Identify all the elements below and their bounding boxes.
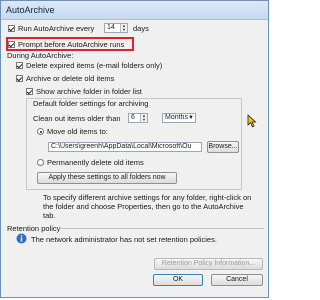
cancel-button[interactable]: Cancel xyxy=(211,274,263,286)
retention-message: The network administrator has not set re… xyxy=(31,235,217,244)
clean-out-unit-value: Months xyxy=(165,114,188,121)
run-autoarchive-checkbox[interactable] xyxy=(8,25,15,32)
title-bar[interactable]: AutoArchive xyxy=(1,1,268,20)
folder-settings-info-text: To specify different archive settings fo… xyxy=(43,193,252,220)
retention-info-label: Retention Policy Information... xyxy=(161,260,256,267)
clean-out-value: 6 xyxy=(131,114,135,121)
retention-policy-info-button[interactable]: Retention Policy Information... xyxy=(154,258,263,270)
cancel-label: Cancel xyxy=(226,276,248,283)
apply-to-all-label: Apply these settings to all folders now xyxy=(48,174,166,181)
ok-label: OK xyxy=(172,276,184,283)
archive-or-delete-label: Archive or delete old items xyxy=(26,74,115,83)
run-interval-unit: days xyxy=(133,24,149,33)
delete-expired-checkbox[interactable] xyxy=(16,62,23,69)
permanently-delete-label: Permanently delete old items xyxy=(47,158,144,167)
browse-label: Browse... xyxy=(208,143,238,150)
ok-button[interactable]: OK xyxy=(153,274,203,286)
show-archive-folder-label: Show archive folder in folder list xyxy=(36,87,142,96)
mouse-pointer-icon xyxy=(247,114,257,130)
retention-policy-heading: Retention policy xyxy=(7,224,61,233)
autoarchive-dialog: AutoArchive Run AutoArchive every 14 ▲ ▼ … xyxy=(0,0,269,298)
highlight-box xyxy=(6,37,134,51)
spin-arrows-icon[interactable]: ▲ ▼ xyxy=(140,114,147,122)
archive-path-field[interactable]: C:\Users\greenh\AppData\Local\Microsoft\… xyxy=(48,142,202,152)
clean-out-label: Clean out items older than xyxy=(33,114,121,123)
info-shield-icon xyxy=(16,233,27,246)
move-old-items-radio[interactable] xyxy=(37,128,44,135)
show-archive-folder-checkbox[interactable] xyxy=(26,88,33,95)
retention-divider xyxy=(59,228,264,229)
browse-button[interactable]: Browse... xyxy=(207,141,239,153)
run-interval-spinner[interactable]: 14 ▲ ▼ xyxy=(104,23,128,33)
during-autoarchive-heading: During AutoArchive: xyxy=(7,51,74,60)
archive-path-value: C:\Users\greenh\AppData\Local\Microsoft\… xyxy=(51,143,192,150)
default-settings-title: Default folder settings for archiving xyxy=(33,99,149,108)
apply-to-all-folders-button[interactable]: Apply these settings to all folders now xyxy=(37,172,177,184)
delete-expired-label: Delete expired items (e-mail folders onl… xyxy=(26,61,163,70)
archive-or-delete-checkbox[interactable] xyxy=(16,75,23,82)
permanently-delete-radio[interactable] xyxy=(37,159,44,166)
run-interval-value: 14 xyxy=(107,24,115,31)
clean-out-unit-select[interactable]: Months ▼ xyxy=(162,113,196,123)
run-autoarchive-label: Run AutoArchive every xyxy=(18,24,95,33)
clean-out-spinner[interactable]: 6 ▲ ▼ xyxy=(128,113,148,123)
dialog-client-area: Run AutoArchive every 14 ▲ ▼ days Prompt … xyxy=(4,20,265,294)
window-title: AutoArchive xyxy=(6,5,55,15)
chevron-down-icon: ▼ xyxy=(188,115,194,121)
move-old-items-label: Move old items to: xyxy=(47,127,108,136)
spin-arrows-icon[interactable]: ▲ ▼ xyxy=(120,24,127,32)
